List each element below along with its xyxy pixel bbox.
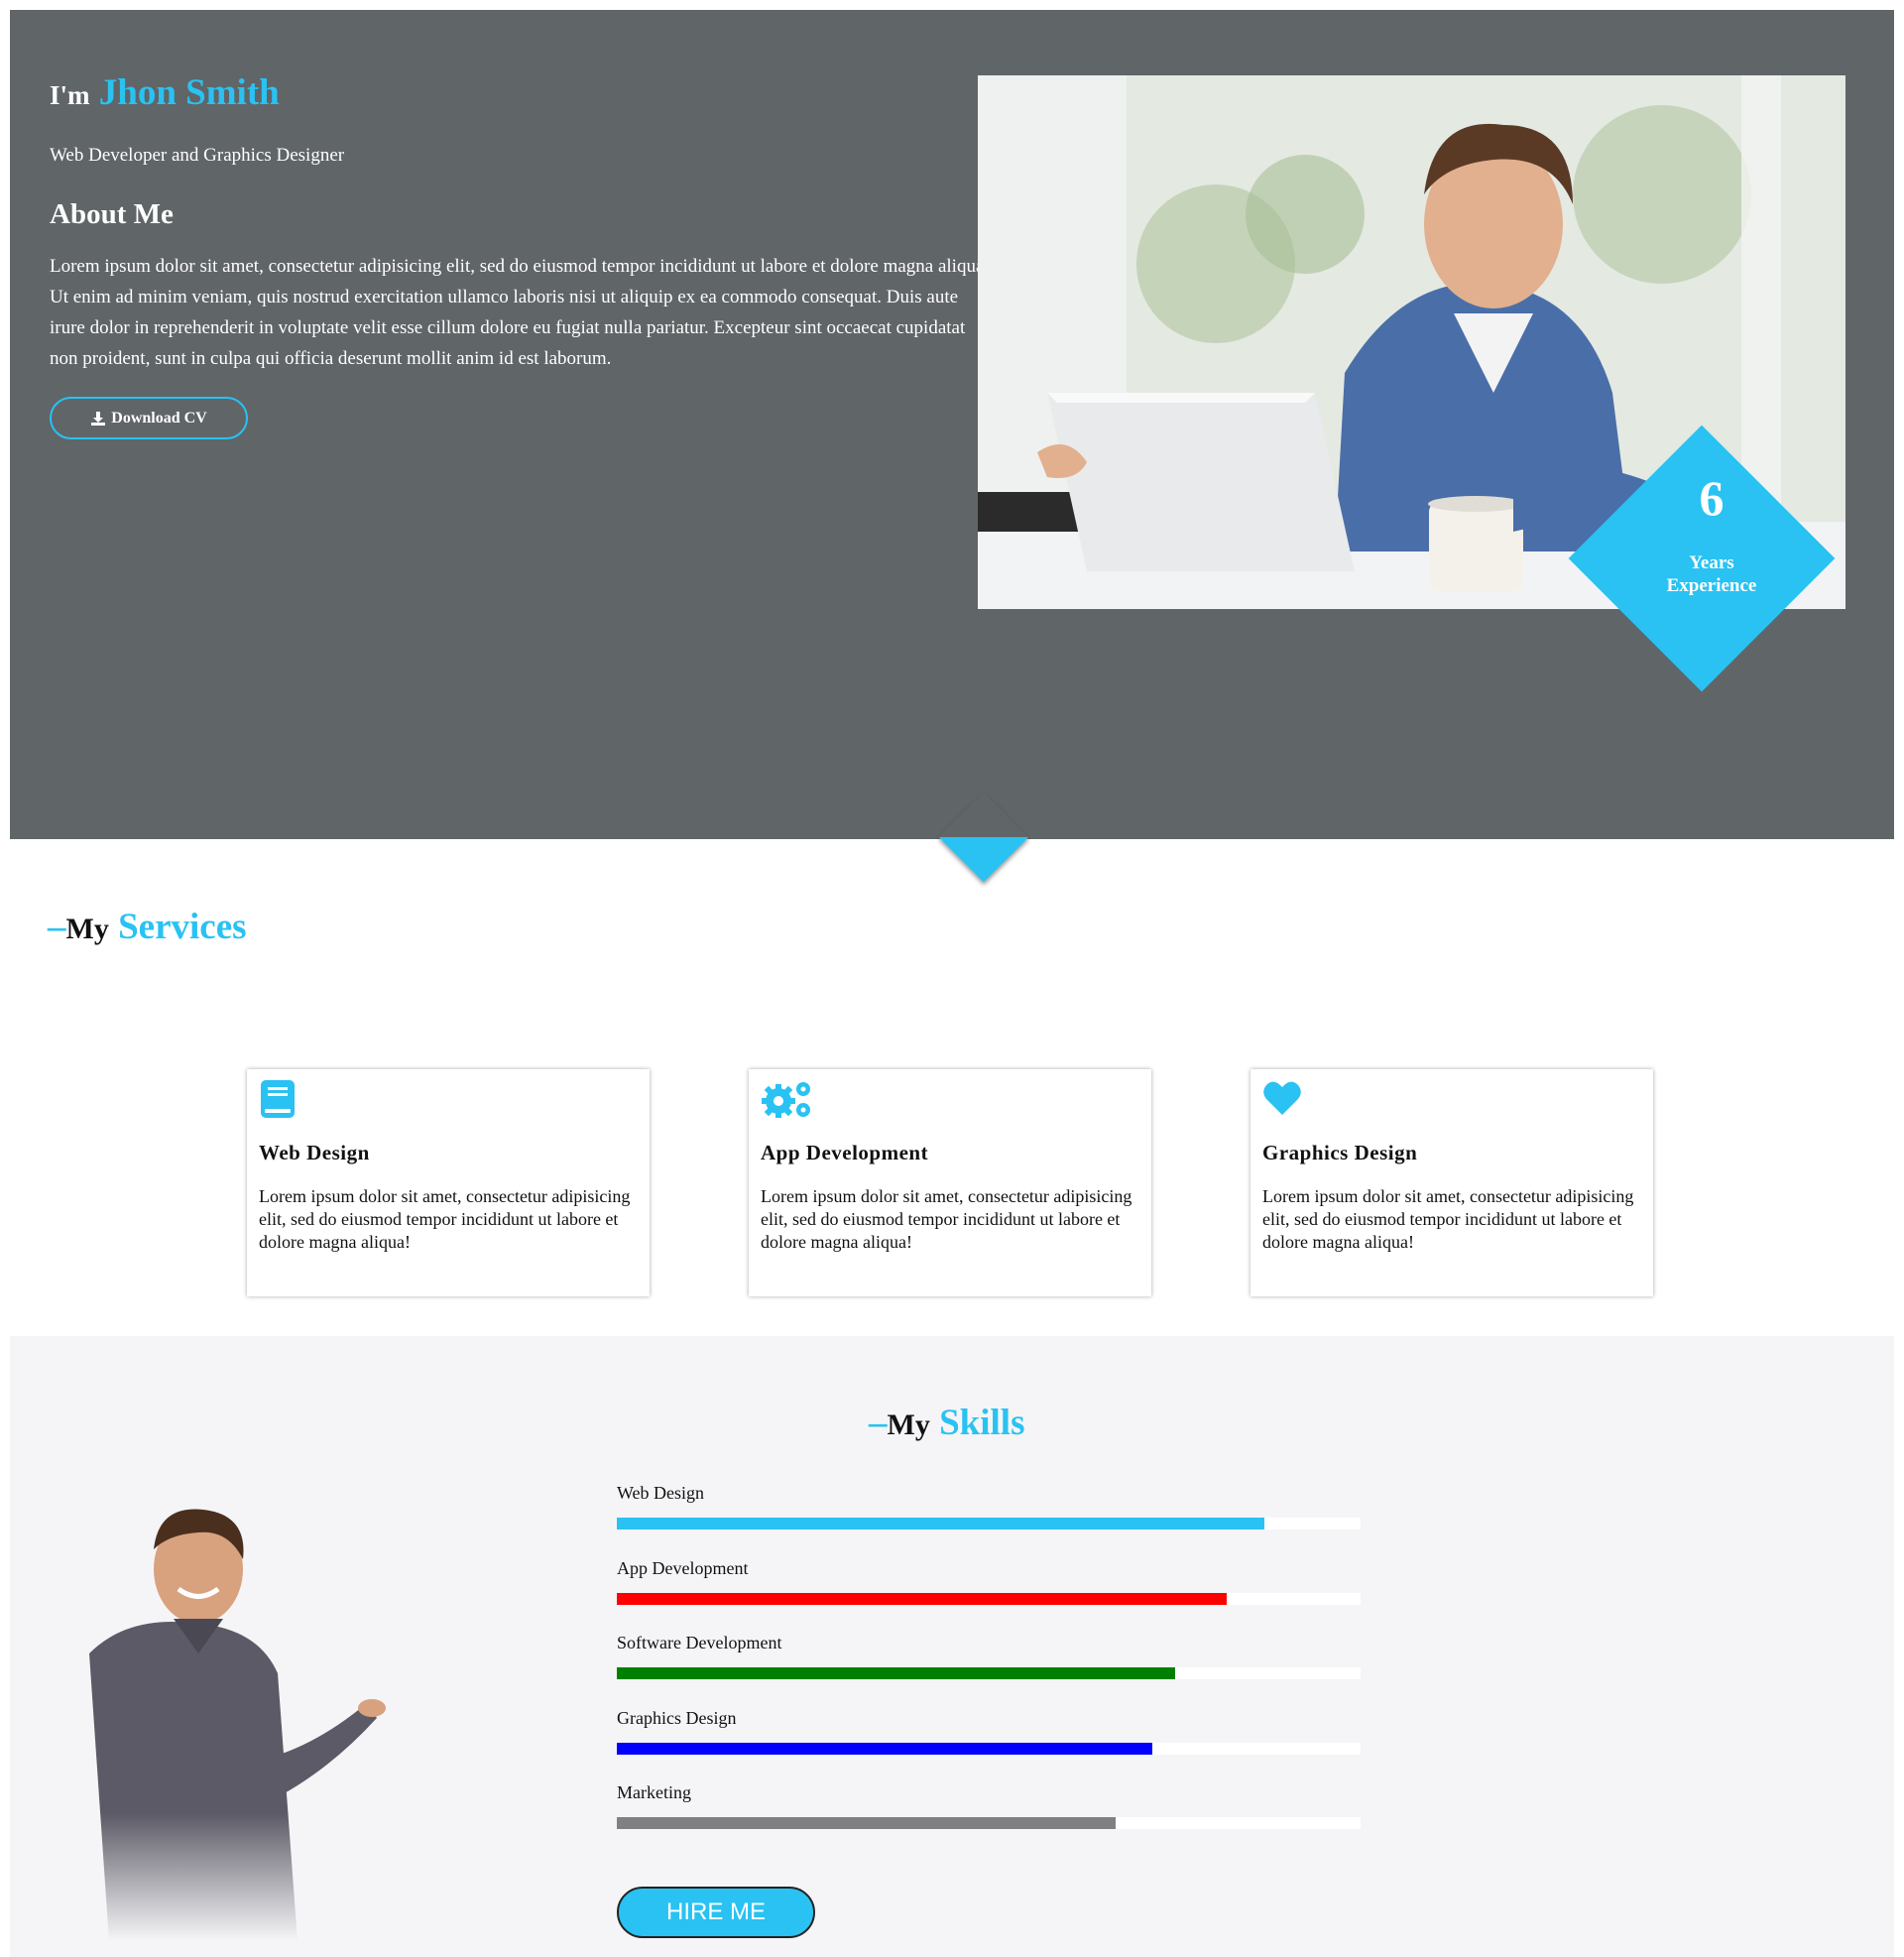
hero-intro: I'm Jhon Smith Web Developer and Graphic… [50,71,989,440]
service-card-web-design: Web Design Lorem ipsum dolor sit amet, c… [247,1069,650,1296]
services-heading: –My Services [48,906,247,948]
gears-icon [762,1082,810,1118]
skill-track [617,1593,1361,1605]
download-icon [91,411,106,426]
skill-bar [617,1817,1116,1829]
hire-me-button[interactable]: HIRE ME [617,1887,815,1938]
service-card-graphics-design: Graphics Design Lorem ipsum dolor sit am… [1250,1069,1653,1296]
skills-section: –My Skills Web Design App Development So… [10,1336,1894,1957]
experience-label-line2: Experience [1666,575,1757,596]
services-heading-my: My [65,913,109,945]
services-heading-services: Services [118,907,247,947]
experience-number: 6 [1699,470,1725,526]
hero-title: I'm Jhon Smith [50,71,987,115]
book-icon [261,1080,295,1118]
skill-bar [617,1593,1227,1605]
skill-bar [617,1518,1264,1529]
service-text: Lorem ipsum dolor sit amet, consectetur … [259,1186,631,1252]
skill-track [617,1743,1361,1755]
hero-greeting: I'm [50,80,90,110]
skill-label: Software Development [617,1633,782,1652]
service-text: Lorem ipsum dolor sit amet, consectetur … [761,1186,1132,1252]
hero-subtitle: Web Developer and Graphics Designer [50,145,345,167]
skill-label: Web Design [617,1483,705,1503]
skill-graphics-design: Graphics Design [617,1708,1361,1755]
skills-heading-skills: Skills [939,1403,1025,1443]
hero-name: Jhon Smith [98,72,280,113]
service-text: Lorem ipsum dolor sit amet, consectetur … [1262,1186,1634,1252]
skills-heading-dash: – [869,1403,888,1443]
skill-marketing: Marketing [617,1782,1361,1829]
service-card-app-development: App Development Lorem ipsum dolor sit am… [749,1069,1151,1296]
skill-track [617,1667,1361,1679]
skill-label: App Development [617,1558,749,1578]
service-title: Graphics Design [1262,1141,1418,1164]
heart-icon [1263,1081,1301,1115]
service-title: App Development [761,1141,929,1164]
skills-heading-my: My [887,1408,930,1441]
skill-bar [617,1743,1152,1755]
skill-track [617,1817,1361,1829]
download-cv-label: Download CV [111,409,207,427]
about-heading: About Me [50,198,174,231]
experience-badge: 6 Years Experience [1612,466,1811,597]
service-title: Web Design [259,1141,370,1164]
skill-bar [617,1667,1175,1679]
about-text: Lorem ipsum dolor sit amet, consectetur … [50,256,990,370]
services-heading-dash: – [48,907,66,947]
skill-label: Marketing [617,1782,691,1802]
download-cv-button[interactable]: Download CV [50,397,248,440]
skill-track [617,1518,1361,1529]
skills-person-image [69,1505,387,1941]
skill-label: Graphics Design [617,1708,737,1728]
skill-software-development: Software Development [617,1633,1361,1679]
skill-app-development: App Development [617,1558,1361,1605]
experience-label-line1: Years [1689,552,1734,573]
skill-web-design: Web Design [617,1483,1361,1529]
skills-heading: –My Skills [869,1402,1024,1444]
